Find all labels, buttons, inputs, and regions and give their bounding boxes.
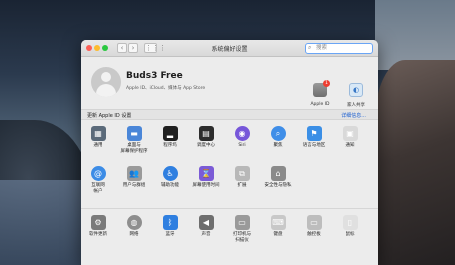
trackpad-icon: ▭	[306, 215, 322, 230]
general-icon: ▦	[90, 126, 106, 141]
preference-pane-grid: ▦ 通用 ▬ 桌面与 屏幕保护程序 ▂ 程序坞 ▤ 调度中心 ◉ Siri ⌕ 聚焦 ⚑ 语言与地区 ▣ 通知…	[81, 120, 378, 248]
user-name: Buds3 Free	[126, 71, 183, 81]
screen-time-icon: ⌛	[198, 166, 214, 181]
network-icon: ◍	[126, 215, 142, 230]
avatar[interactable]	[91, 67, 121, 97]
pane-label: 用户与群组	[122, 183, 146, 188]
siri-icon: ◉	[234, 126, 250, 141]
user-subtitle: Apple ID、iCloud、媒体与 App Store	[126, 86, 206, 91]
pane-label: 聚焦	[273, 143, 283, 148]
pane-label: 扩展	[237, 183, 247, 188]
pane-label: 鼠标	[345, 232, 355, 237]
pane-desktop[interactable]: ▬ 桌面与 屏幕保护程序	[117, 126, 151, 155]
language-icon: ⚑	[306, 126, 322, 141]
pane-language[interactable]: ⚑ 语言与地区	[297, 126, 331, 149]
pane-printers[interactable]: ▭ 打印机与 扫描仪	[225, 215, 259, 244]
search-input[interactable]: ⌕ 搜索	[305, 43, 373, 54]
pane-siri[interactable]: ◉ Siri	[225, 126, 259, 149]
pane-spotlight[interactable]: ⌕ 聚焦	[261, 126, 295, 149]
family-sharing-label[interactable]: 家人共享	[339, 102, 373, 108]
pane-row-1: ▦ 通用 ▬ 桌面与 屏幕保护程序 ▂ 程序坞 ▤ 调度中心 ◉ Siri ⌕ 聚焦 ⚑ 语言与地区 ▣ 通知	[81, 126, 378, 166]
search-icon: ⌕	[308, 44, 312, 51]
details-link[interactable]: 详细信息...	[341, 112, 366, 119]
pane-label: 通用	[93, 143, 103, 148]
spotlight-icon: ⌕	[270, 126, 286, 141]
pane-label: 互联网 帐户	[91, 183, 105, 194]
pane-accessibility[interactable]: ♿ 辅助功能	[153, 166, 187, 189]
pane-label: 触控板	[307, 232, 321, 237]
bluetooth-icon: ᛒ	[162, 215, 178, 230]
avatar-head	[101, 72, 111, 82]
pane-sound[interactable]: ◀ 声音	[189, 215, 223, 238]
pane-extensions[interactable]: ⧉ 扩展	[225, 166, 259, 189]
pane-notifications[interactable]: ▣ 通知	[333, 126, 367, 149]
notification-badge: 1	[323, 80, 330, 87]
family-sharing-icon[interactable]: ◐	[349, 83, 363, 97]
mission-control-icon: ▤	[198, 126, 214, 141]
pane-row-2: @ 互联网 帐户 👥 用户与群组 ♿ 辅助功能 ⌛ 屏幕使用时间 ⧉ 扩展 ⌂ 安全性与隐私	[81, 166, 378, 206]
wallpaper-cliff-right	[375, 60, 455, 265]
mouse-icon: ▯	[342, 215, 358, 230]
pane-trackpad[interactable]: ▭ 触控板	[297, 215, 331, 238]
update-banner: 更新 Apple ID 设置 详细信息...	[81, 109, 378, 120]
pane-label: 桌面与 屏幕保护程序	[120, 143, 148, 154]
desktop-icon: ▬	[126, 126, 142, 141]
pane-row-3: ⚙ 软件更新 ◍ 网络 ᛒ 蓝牙 ◀ 声音 ▭ 打印机与 扫描仪 ⌨ 键盘 ▭ 触控板 ▯ 鼠标	[81, 208, 378, 248]
title-bar: ‹ › ⋮⋮⋮ 系统偏好设置 ⌕ 搜索	[81, 40, 378, 57]
notifications-icon: ▣	[342, 126, 358, 141]
pane-label: 通知	[345, 143, 355, 148]
system-preferences-window: ‹ › ⋮⋮⋮ 系统偏好设置 ⌕ 搜索 Buds3 Free Apple ID、…	[81, 40, 378, 265]
pane-software-update[interactable]: ⚙ 软件更新	[81, 215, 115, 238]
pane-users[interactable]: 👥 用户与群组	[117, 166, 151, 189]
apple-id-header: Buds3 Free Apple ID、iCloud、媒体与 App Store…	[81, 57, 378, 109]
pane-label: 蓝牙	[165, 232, 175, 237]
pane-label: 程序坞	[163, 143, 177, 148]
accessibility-icon: ♿	[162, 166, 178, 181]
extensions-icon: ⧉	[234, 166, 250, 181]
wallpaper-sea	[0, 180, 90, 265]
sound-icon: ◀	[198, 215, 214, 230]
pane-label: 打印机与 扫描仪	[233, 232, 251, 243]
keyboard-icon: ⌨	[270, 215, 286, 230]
avatar-body	[96, 84, 116, 97]
pane-label: 键盘	[273, 232, 283, 237]
pane-dock[interactable]: ▂ 程序坞	[153, 126, 187, 149]
software-update-icon: ⚙	[90, 215, 106, 230]
internet-accounts-icon: @	[90, 166, 106, 181]
pane-label: 安全性与隐私	[264, 183, 292, 188]
pane-general[interactable]: ▦ 通用	[81, 126, 115, 149]
pane-internet-accounts[interactable]: @ 互联网 帐户	[81, 166, 115, 195]
pane-label: 声音	[201, 232, 211, 237]
users-icon: 👥	[126, 166, 142, 181]
pane-label: Siri	[238, 143, 246, 148]
pane-bluetooth[interactable]: ᛒ 蓝牙	[153, 215, 187, 238]
pane-label: 调度中心	[197, 143, 215, 148]
pane-label: 网络	[129, 232, 139, 237]
pane-security[interactable]: ⌂ 安全性与隐私	[261, 166, 295, 189]
printers-icon: ▭	[234, 215, 250, 230]
search-placeholder: 搜索	[316, 45, 328, 51]
pane-label: 语言与地区	[302, 143, 326, 148]
pane-label: 辅助功能	[161, 183, 179, 188]
pane-screen-time[interactable]: ⌛ 屏幕使用时间	[189, 166, 223, 189]
pane-network[interactable]: ◍ 网络	[117, 215, 151, 238]
pane-label: 屏幕使用时间	[192, 183, 220, 188]
banner-text: 更新 Apple ID 设置	[87, 113, 132, 119]
pane-label: 软件更新	[89, 232, 107, 237]
pane-mission-control[interactable]: ▤ 调度中心	[189, 126, 223, 149]
apple-id-label[interactable]: Apple ID	[303, 102, 337, 107]
dock-icon: ▂	[162, 126, 178, 141]
security-icon: ⌂	[270, 166, 286, 181]
pane-mouse[interactable]: ▯ 鼠标	[333, 215, 367, 238]
pane-keyboard[interactable]: ⌨ 键盘	[261, 215, 295, 238]
